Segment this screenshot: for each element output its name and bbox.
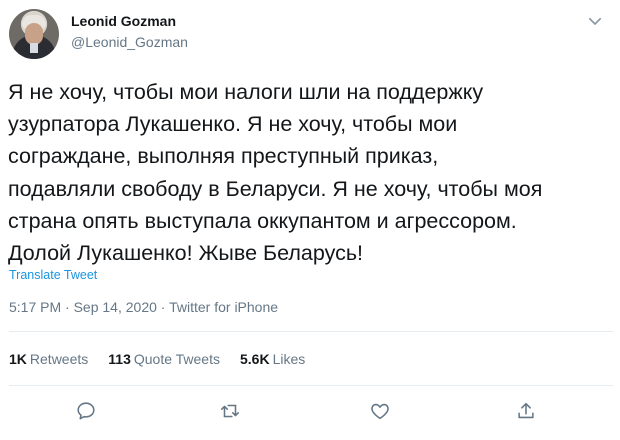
tweet-time[interactable]: 5:17 PM: [9, 299, 61, 315]
quote-tweets-stat[interactable]: 113 Quote Tweets: [108, 351, 220, 367]
quote-tweets-label: Quote Tweets: [133, 351, 220, 367]
tweet-text: Я не хочу, чтобы мои налоги шли на подде…: [8, 80, 543, 266]
chevron-down-icon: [588, 17, 602, 25]
reply-button[interactable]: [73, 398, 99, 424]
retweets-label: Retweets: [29, 351, 89, 367]
heart-icon: [371, 403, 389, 420]
retweet-button[interactable]: [217, 398, 243, 424]
share-button[interactable]: [513, 398, 539, 424]
divider: [9, 385, 613, 386]
likes-stat[interactable]: 5.6K Likes: [240, 351, 305, 367]
avatar[interactable]: [9, 9, 59, 59]
quote-tweets-count: 113: [108, 351, 131, 367]
tweet-actions: [0, 398, 620, 426]
retweet-icon: [220, 404, 240, 418]
avatar-collar: [30, 43, 38, 53]
author-name[interactable]: Leonid Gozman: [71, 13, 176, 29]
divider: [9, 331, 613, 332]
retweets-stat[interactable]: 1K Retweets: [9, 351, 88, 367]
like-button[interactable]: [367, 398, 393, 424]
tweet-source[interactable]: Twitter for iPhone: [169, 299, 278, 315]
tweet-date[interactable]: Sep 14, 2020: [74, 299, 157, 315]
likes-count: 5.6K: [240, 351, 270, 367]
meta-separator: ·: [156, 299, 170, 315]
share-icon: [518, 402, 534, 419]
tweet-meta: 5:17 PM · Sep 14, 2020 · Twitter for iPh…: [9, 299, 278, 315]
reply-icon: [77, 402, 95, 420]
author-handle[interactable]: @Leonid_Gozman: [71, 34, 188, 50]
tweet-stats: 1K Retweets 113 Quote Tweets 5.6K Likes: [9, 351, 325, 367]
tweet-menu-button[interactable]: [584, 10, 606, 32]
avatar-face: [25, 23, 43, 45]
meta-separator: ·: [61, 299, 74, 315]
likes-label: Likes: [272, 351, 306, 367]
retweets-count: 1K: [9, 351, 27, 367]
translate-tweet-link[interactable]: Translate Tweet: [9, 268, 97, 282]
tweet-card: Leonid Gozman @Leonid_Gozman Я не хочу, …: [0, 0, 620, 440]
